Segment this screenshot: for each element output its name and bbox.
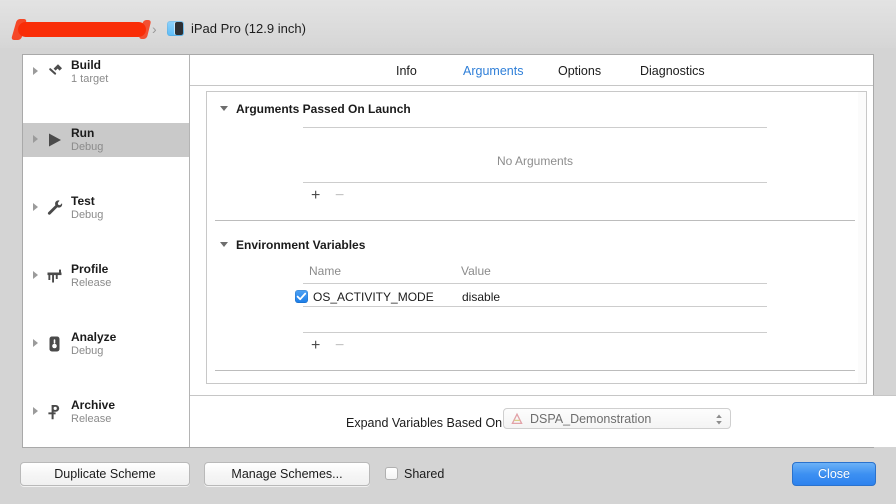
disclosure-triangle-icon[interactable] bbox=[220, 106, 228, 111]
sidebar-item-title: Build bbox=[71, 58, 101, 72]
add-argument-button[interactable]: + bbox=[311, 188, 320, 204]
scheme-actions-sidebar: Build 1 target Run Debug Test Debug Prof… bbox=[23, 55, 190, 447]
section-bottom-divider bbox=[215, 370, 855, 371]
env-table-top-rule bbox=[303, 283, 767, 284]
env-row-enabled-checkbox[interactable] bbox=[295, 290, 308, 303]
analyze-icon bbox=[45, 334, 64, 354]
sidebar-item-title: Analyze bbox=[71, 330, 117, 344]
disclosure-triangle-icon[interactable] bbox=[33, 271, 38, 279]
sidebar-item-subtitle: 1 target bbox=[71, 73, 109, 85]
shared-checkbox-label: Shared bbox=[404, 467, 445, 481]
tab-options[interactable]: Options bbox=[558, 63, 601, 79]
duplicate-scheme-button[interactable]: Duplicate Scheme bbox=[20, 462, 190, 486]
sidebar-item-subtitle: Release bbox=[71, 277, 112, 289]
scheme-editor-panel: Build 1 target Run Debug Test Debug Prof… bbox=[22, 54, 896, 448]
disclosure-triangle-icon[interactable] bbox=[33, 203, 38, 211]
play-icon bbox=[45, 130, 64, 150]
disclosure-triangle-icon[interactable] bbox=[220, 242, 228, 247]
arguments-section-title: Arguments Passed On Launch bbox=[236, 102, 411, 116]
close-button[interactable]: Close bbox=[792, 462, 876, 486]
xcode-project-icon bbox=[510, 412, 524, 426]
detail-tab-bar: Info Arguments Options Diagnostics bbox=[190, 55, 873, 86]
ipad-device-icon bbox=[167, 21, 184, 36]
sidebar-item-run[interactable]: Run Debug bbox=[23, 123, 189, 157]
archive-icon bbox=[45, 402, 64, 422]
sidebar-item-subtitle: Debug bbox=[71, 141, 104, 153]
breadcrumb-bar: › iPad Pro (12.9 inch) bbox=[0, 0, 896, 48]
sidebar-item-build[interactable]: Build 1 target bbox=[23, 55, 189, 89]
disclosure-triangle-icon[interactable] bbox=[33, 67, 38, 75]
disclosure-triangle-icon[interactable] bbox=[33, 135, 38, 143]
column-header-value: Value bbox=[461, 264, 491, 278]
arguments-table-top-rule bbox=[303, 127, 767, 128]
sidebar-item-subtitle: Debug bbox=[71, 209, 104, 221]
wrench-icon bbox=[45, 198, 64, 218]
breadcrumb-separator: › bbox=[152, 21, 157, 37]
sidebar-item-title: Run bbox=[71, 126, 95, 140]
sidebar-item-test[interactable]: Test Debug bbox=[23, 191, 189, 225]
environment-section-title: Environment Variables bbox=[236, 238, 366, 252]
env-row-name[interactable]: OS_ACTIVITY_MODE bbox=[313, 290, 434, 305]
sidebar-item-analyze[interactable]: Analyze Debug bbox=[23, 327, 189, 361]
disclosure-triangle-icon[interactable] bbox=[33, 339, 38, 347]
expand-variables-footer: Expand Variables Based On DSPA_Demonstra… bbox=[190, 395, 896, 447]
arguments-scroll-area[interactable]: Arguments Passed On Launch No Arguments … bbox=[206, 91, 867, 384]
device-name-label: iPad Pro (12.9 inch) bbox=[191, 21, 306, 36]
tab-arguments[interactable]: Arguments bbox=[463, 63, 523, 79]
sidebar-item-title: Test bbox=[71, 194, 95, 208]
env-row-value[interactable]: disable bbox=[462, 290, 500, 305]
scheme-detail-pane: Info Arguments Options Diagnostics Argum… bbox=[190, 55, 896, 447]
environment-section-heading: Environment Variables bbox=[220, 238, 366, 253]
sidebar-item-subtitle: Debug bbox=[71, 345, 104, 357]
gauge-icon bbox=[45, 266, 64, 286]
manage-schemes-button[interactable]: Manage Schemes... bbox=[204, 462, 370, 486]
expand-variables-label: Expand Variables Based On bbox=[346, 416, 503, 430]
remove-environment-variable-button[interactable]: − bbox=[335, 338, 344, 354]
chevron-updown-icon[interactable] bbox=[715, 413, 723, 426]
sidebar-item-profile[interactable]: Profile Release bbox=[23, 259, 189, 293]
remove-argument-button[interactable]: − bbox=[335, 188, 344, 204]
expand-variables-popup-button[interactable]: DSPA_Demonstration bbox=[503, 408, 731, 429]
env-table-bottom-rule bbox=[303, 332, 767, 333]
column-header-name: Name bbox=[309, 264, 342, 278]
disclosure-triangle-icon[interactable] bbox=[33, 407, 38, 415]
arguments-section-heading: Arguments Passed On Launch bbox=[220, 102, 411, 117]
sidebar-item-archive[interactable]: Archive Release bbox=[23, 395, 189, 429]
sidebar-item-subtitle: Release bbox=[71, 413, 112, 425]
tab-diagnostics[interactable]: Diagnostics bbox=[640, 63, 705, 79]
sidebar-item-title: Archive bbox=[71, 398, 116, 412]
hammer-icon bbox=[45, 62, 64, 82]
arguments-table-bottom-rule bbox=[303, 182, 767, 183]
add-environment-variable-button[interactable]: + bbox=[311, 338, 320, 354]
section-divider bbox=[215, 220, 855, 221]
env-row-bottom-rule bbox=[303, 306, 767, 307]
expand-variables-selected-value: DSPA_Demonstration bbox=[530, 412, 652, 426]
sidebar-item-title: Profile bbox=[71, 262, 109, 276]
tab-info[interactable]: Info bbox=[396, 63, 417, 79]
scheme-name-redaction bbox=[18, 22, 146, 37]
shared-checkbox[interactable] bbox=[385, 467, 398, 480]
no-arguments-label: No Arguments bbox=[496, 154, 574, 168]
